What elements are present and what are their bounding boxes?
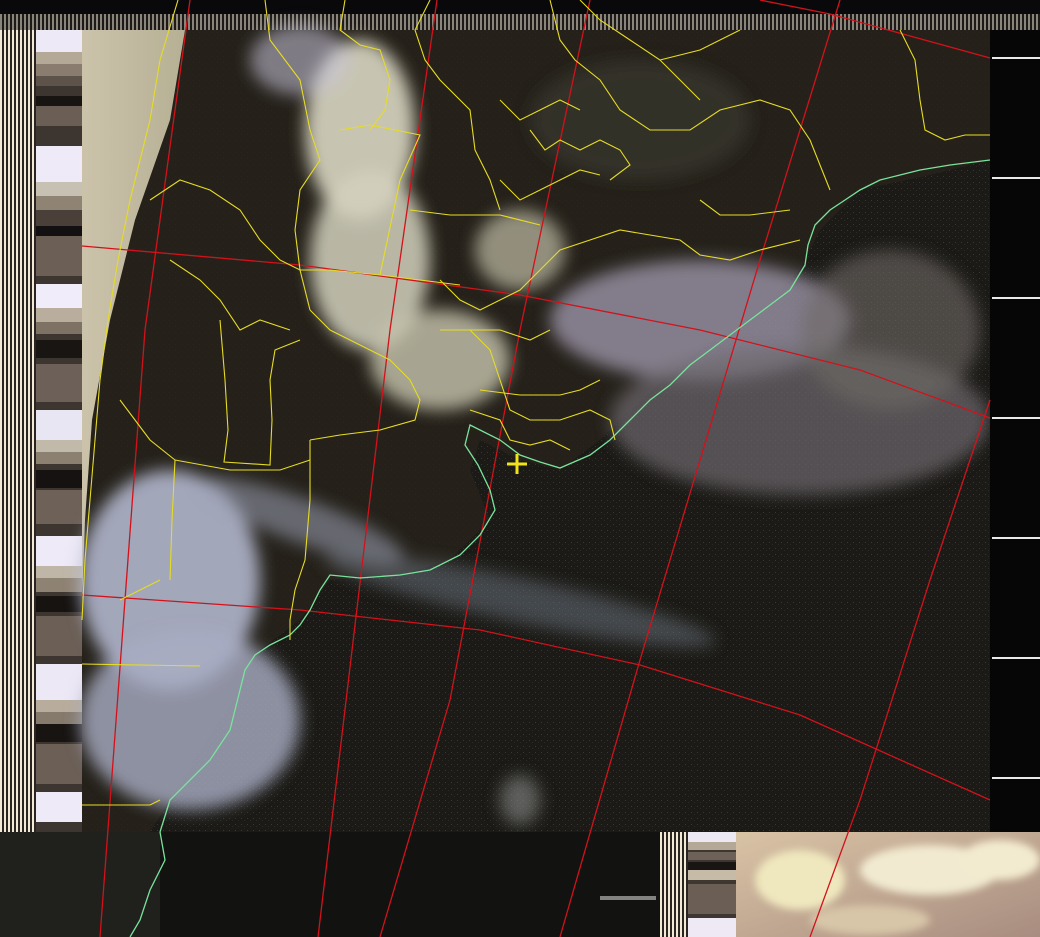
left-telemetry-wedges [36,30,82,832]
right-telemetry-band [990,30,1040,832]
satellite-image [0,0,1040,937]
bottom-noise-text [600,896,656,900]
bottom-land-strip [0,832,160,937]
top-telemetry-band [0,14,1040,30]
bottom-sync-stripes [660,832,688,937]
top-noise-band [0,0,1040,14]
left-sync-stripes [0,30,36,832]
bottom-telemetry-wedges [688,832,736,937]
